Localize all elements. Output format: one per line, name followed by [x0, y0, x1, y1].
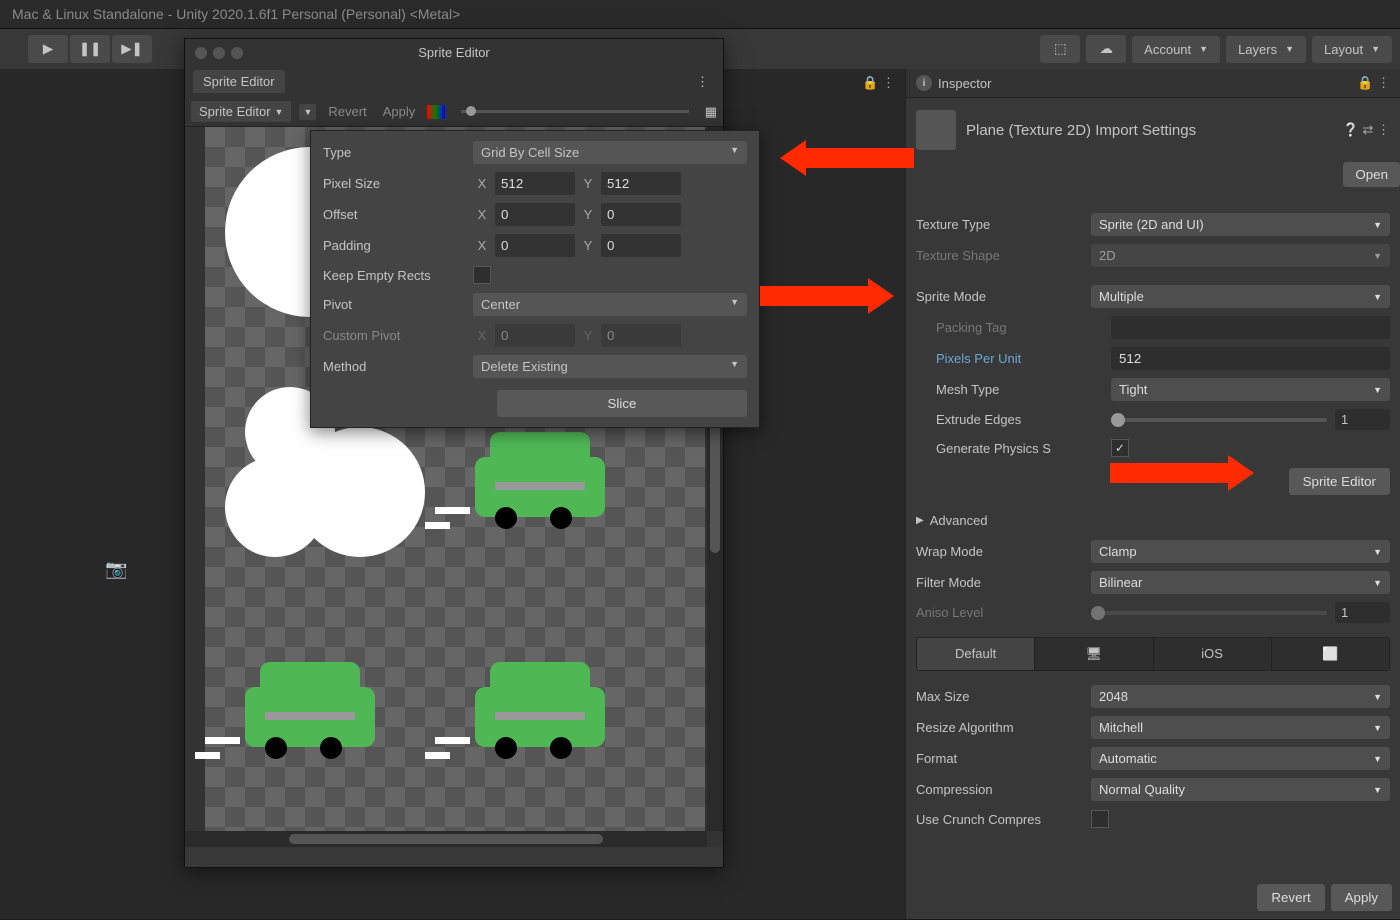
resize-algo-select[interactable]: Mitchell▼ — [1091, 716, 1390, 739]
panel-lock-controls[interactable]: 🔒 ⋮ — [862, 75, 895, 91]
sprite-editor-titlebar[interactable]: Sprite Editor — [185, 39, 723, 66]
info-icon: i — [916, 75, 932, 91]
wrap-mode-select[interactable]: Clamp▼ — [1091, 540, 1390, 563]
filter-mode-label: Filter Mode — [916, 575, 1091, 590]
mesh-type-select[interactable]: Tight▼ — [1111, 378, 1390, 401]
inspector-tab[interactable]: i Inspector 🔒 ⋮ — [906, 69, 1400, 98]
platform-tabs: Default 🖥 iOS ⬜ — [916, 637, 1390, 671]
grid-icon[interactable]: ▦ — [705, 104, 717, 120]
pixel-size-y-input[interactable] — [601, 172, 681, 195]
platform-tab-default[interactable]: Default — [917, 638, 1035, 670]
revert-button[interactable]: Revert — [1257, 884, 1324, 911]
method-label: Method — [323, 359, 473, 374]
sprite-mode-select[interactable]: Multiple▼ — [1091, 285, 1390, 308]
mesh-type-label: Mesh Type — [936, 382, 1111, 397]
pivot-label: Pivot — [323, 297, 473, 312]
layers-dropdown[interactable]: Layers▼ — [1226, 36, 1306, 63]
compression-label: Compression — [916, 782, 1091, 797]
collab-icon[interactable]: ⬚ — [1040, 35, 1080, 63]
crunch-checkbox[interactable] — [1091, 810, 1109, 828]
sprite-revert-button[interactable]: Revert — [324, 104, 370, 119]
padding-y-input[interactable] — [601, 234, 681, 257]
format-label: Format — [916, 751, 1091, 766]
max-size-select[interactable]: 2048▼ — [1091, 685, 1390, 708]
extrude-edges-value[interactable]: 1 — [1335, 409, 1390, 430]
camera-icon: 📷 — [105, 559, 127, 580]
platform-tab-ios[interactable]: iOS — [1154, 638, 1272, 670]
texture-shape-label: Texture Shape — [916, 248, 1091, 263]
filter-mode-select[interactable]: Bilinear▼ — [1091, 571, 1390, 594]
horizontal-scrollbar[interactable] — [185, 831, 707, 847]
platform-tab-pc[interactable]: 🖥 — [1035, 638, 1153, 670]
advanced-section[interactable]: ▶Advanced — [906, 505, 1400, 536]
open-button[interactable]: Open — [1343, 162, 1400, 187]
padding-label: Padding — [323, 238, 473, 253]
pause-button[interactable]: ❚❚ — [70, 35, 110, 63]
slice-type-label: Type — [323, 145, 473, 160]
kebab-icon[interactable]: ⋮ — [690, 74, 715, 90]
window-titlebar: Mac & Linux Standalone - Unity 2020.1.6f… — [0, 0, 1400, 29]
inspector-help-icons[interactable]: ❔ ⇄ ⋮ — [1343, 122, 1390, 138]
generate-physics-checkbox[interactable] — [1111, 439, 1129, 457]
platform-tab-web[interactable]: ⬜ — [1272, 638, 1389, 670]
custom-pivot-label: Custom Pivot — [323, 328, 473, 343]
inspector-panel: i Inspector 🔒 ⋮ Plane (Texture 2D) Impor… — [905, 69, 1400, 919]
apply-button[interactable]: Apply — [1331, 884, 1392, 911]
texture-shape-select: 2D▼ — [1091, 244, 1390, 267]
cloud-icon[interactable]: ☁ — [1086, 35, 1126, 63]
padding-x-input[interactable] — [495, 234, 575, 257]
maximize-dot[interactable] — [231, 47, 243, 59]
slice-dropdown-toggle[interactable]: ▼ — [299, 104, 316, 120]
asset-thumbnail — [916, 110, 956, 150]
offset-y-input[interactable] — [601, 203, 681, 226]
aniso-level-label: Aniso Level — [916, 605, 1091, 620]
asset-title: Plane (Texture 2D) Import Settings — [966, 122, 1196, 139]
pixels-per-unit-input[interactable] — [1111, 347, 1390, 370]
step-button[interactable]: ▶❚ — [112, 35, 152, 63]
resize-algo-label: Resize Algorithm — [916, 720, 1091, 735]
texture-type-select[interactable]: Sprite (2D and UI)▼ — [1091, 213, 1390, 236]
format-select[interactable]: Automatic▼ — [1091, 747, 1390, 770]
extrude-edges-slider[interactable] — [1111, 418, 1327, 422]
sprite-editor-mode-dropdown[interactable]: Sprite Editor▼ — [191, 101, 291, 122]
pixel-size-x-input[interactable] — [495, 172, 575, 195]
max-size-label: Max Size — [916, 689, 1091, 704]
sprite-editor-title: Sprite Editor — [418, 45, 490, 60]
generate-physics-label: Generate Physics S — [936, 441, 1111, 456]
sprite-editor-button[interactable]: Sprite Editor — [1289, 468, 1390, 495]
aniso-level-value: 1 — [1335, 602, 1390, 623]
inspector-lock[interactable]: 🔒 ⋮ — [1357, 75, 1390, 91]
packing-tag-input[interactable] — [1111, 316, 1390, 339]
keep-empty-label: Keep Empty Rects — [323, 268, 473, 283]
slice-type-select[interactable]: Grid By Cell Size▼ — [473, 141, 747, 164]
compression-select[interactable]: Normal Quality▼ — [1091, 778, 1390, 801]
sprite-editor-tab[interactable]: Sprite Editor — [193, 70, 285, 93]
layout-dropdown[interactable]: Layout▼ — [1312, 36, 1392, 63]
offset-x-input[interactable] — [495, 203, 575, 226]
pixels-per-unit-label: Pixels Per Unit — [936, 351, 1111, 366]
pivot-select[interactable]: Center▼ — [473, 293, 747, 316]
aniso-level-slider — [1091, 611, 1327, 615]
offset-label: Offset — [323, 207, 473, 222]
account-dropdown[interactable]: Account▼ — [1132, 36, 1220, 63]
play-button[interactable]: ▶ — [28, 35, 68, 63]
slice-button[interactable]: Slice — [497, 390, 747, 417]
extrude-edges-label: Extrude Edges — [936, 412, 1111, 427]
custom-pivot-y-input — [601, 324, 681, 347]
slice-panel: Type Grid By Cell Size▼ Pixel Size X Y O… — [310, 130, 760, 428]
pixel-size-label: Pixel Size — [323, 176, 473, 191]
texture-type-label: Texture Type — [916, 217, 1091, 232]
wrap-mode-label: Wrap Mode — [916, 544, 1091, 559]
close-dot[interactable] — [195, 47, 207, 59]
custom-pivot-x-input — [495, 324, 575, 347]
keep-empty-checkbox[interactable] — [473, 266, 491, 284]
method-select[interactable]: Delete Existing▼ — [473, 355, 747, 378]
sprite-apply-button[interactable]: Apply — [379, 104, 420, 119]
rgb-icon[interactable] — [427, 105, 445, 119]
sprite-mode-label: Sprite Mode — [916, 289, 1091, 304]
minimize-dot[interactable] — [213, 47, 225, 59]
zoom-slider[interactable] — [461, 110, 688, 113]
packing-tag-label: Packing Tag — [936, 320, 1111, 335]
crunch-label: Use Crunch Compres — [916, 812, 1091, 827]
